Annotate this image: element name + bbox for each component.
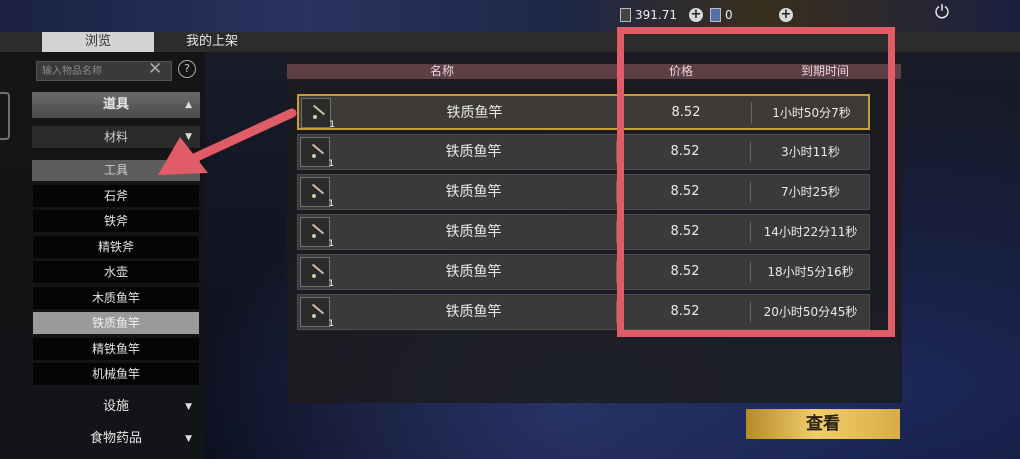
leaf-steel-axe[interactable]: 精铁斧: [33, 236, 199, 258]
tab-my-listings[interactable]: 我的上架: [170, 32, 254, 52]
clear-icon[interactable]: ✕: [148, 59, 162, 79]
currency-icon: [620, 8, 631, 22]
category-label: 食物药品: [89, 431, 142, 446]
leaf-steel-rod[interactable]: 精铁鱼竿: [33, 338, 199, 360]
fishing-rod-icon: [312, 104, 326, 116]
leaf-wood-rod[interactable]: 木质鱼竿: [33, 287, 199, 309]
leaf-mech-rod[interactable]: 机械鱼竿: [33, 363, 199, 385]
item-name: 铁质鱼竿: [446, 105, 503, 121]
rod-hook: [312, 314, 316, 318]
category-label: 工具: [103, 163, 128, 177]
fishing-rod-icon: [311, 183, 325, 195]
header-name: 名称: [429, 64, 454, 78]
chevron-down-icon: ▼: [185, 434, 192, 444]
category-label: 材料: [103, 130, 128, 144]
item-name: 铁质鱼竿: [445, 144, 502, 160]
currency-display: 391.71: [620, 8, 677, 22]
fishing-rod-icon: [311, 143, 325, 155]
item-name: 铁质鱼竿: [445, 224, 502, 240]
item-slot: 1: [300, 137, 334, 169]
rod-hook: [312, 234, 316, 238]
ticket-count: 0: [725, 8, 733, 22]
help-icon[interactable]: ?: [178, 60, 196, 78]
search-input[interactable]: [40, 62, 144, 80]
add-currency-button[interactable]: +: [689, 8, 703, 22]
tab-browse[interactable]: 浏览: [42, 32, 154, 52]
add-ticket-button[interactable]: +: [779, 8, 793, 22]
item-slot: 1: [300, 217, 334, 249]
sidebar-bracket: [0, 92, 10, 140]
item-name: 铁质鱼竿: [445, 184, 502, 200]
item-slot: 1: [301, 98, 335, 130]
highlight-box: [617, 27, 895, 337]
item-slot: 1: [300, 177, 334, 209]
category-label: 道具: [102, 97, 129, 112]
annotation-arrow-icon: [158, 108, 297, 175]
power-icon[interactable]: ⏻: [931, 2, 953, 24]
leaf-iron-axe[interactable]: 铁斧: [33, 210, 199, 232]
fishing-rod-icon: [311, 303, 325, 315]
item-name: 铁质鱼竿: [445, 264, 502, 280]
fishing-rod-icon: [311, 263, 325, 275]
category-food-medicine[interactable]: 食物药品 ▼: [32, 427, 200, 451]
item-name: 铁质鱼竿: [445, 304, 502, 320]
category-facilities[interactable]: 设施 ▼: [32, 395, 200, 419]
currency-amount: 391.71: [635, 8, 677, 22]
leaf-iron-rod[interactable]: 铁质鱼竿: [33, 312, 199, 334]
item-slot: 1: [300, 257, 334, 289]
rod-hook: [313, 115, 317, 119]
fishing-rod-icon: [311, 223, 325, 235]
category-label: 设施: [102, 399, 129, 414]
ticket-icon: [710, 8, 721, 22]
chevron-down-icon: ▼: [185, 402, 192, 412]
rod-hook: [312, 274, 316, 278]
rod-hook: [312, 154, 316, 158]
leaf-kettle[interactable]: 水壶: [33, 261, 199, 283]
item-slot: 1: [300, 297, 334, 329]
rod-hook: [312, 194, 316, 198]
leaf-stone-axe[interactable]: 石斧: [33, 185, 199, 207]
view-button[interactable]: 查看: [746, 409, 900, 439]
ticket-display: 0: [710, 8, 733, 22]
